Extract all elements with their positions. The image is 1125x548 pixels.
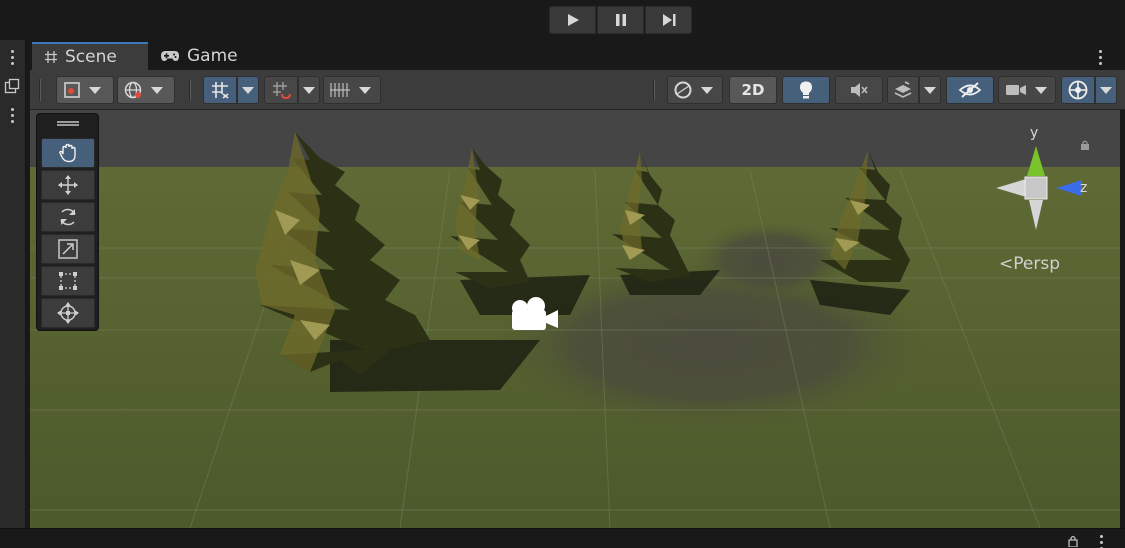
tools-overlay [36, 113, 99, 331]
mute-icon [851, 83, 868, 97]
globe-icon [124, 81, 142, 99]
kebab-icon [10, 107, 14, 123]
transform-tool-button[interactable] [41, 298, 95, 328]
scene-render [30, 110, 1120, 528]
play-button[interactable] [549, 6, 596, 34]
grid-snap-dropdown[interactable] [237, 76, 259, 104]
grid-snap-icon [212, 82, 229, 99]
shading-mode-dropdown[interactable] [667, 76, 723, 104]
overlay-icon [4, 78, 20, 94]
gizmo-z-label: z [1080, 180, 1088, 196]
chevron-down-icon [359, 86, 371, 94]
kebab-icon [10, 49, 14, 65]
lock-icon[interactable] [1080, 140, 1090, 150]
overlay-grip[interactable] [57, 121, 79, 126]
rotate-tool-button[interactable] [41, 202, 95, 232]
transform-icon [57, 302, 79, 324]
snap-icon [273, 82, 291, 100]
camera-settings-dropdown[interactable] [998, 76, 1056, 104]
chevron-down-icon [701, 86, 713, 94]
gamepad-icon [161, 51, 179, 61]
hash-icon [45, 51, 57, 63]
audio-toggle-button[interactable] [835, 76, 883, 104]
tab-game-label: Game [187, 46, 238, 66]
gizmo-y-label: y [1030, 125, 1039, 141]
bottom-menu-kebab-icon[interactable] [1099, 535, 1103, 548]
tab-scene-label: Scene [65, 47, 117, 67]
gizmos-icon [1068, 80, 1088, 100]
increment-snap-dropdown[interactable] [298, 76, 320, 104]
tab-game[interactable]: Game [160, 42, 250, 70]
left-strip-more-button[interactable] [0, 104, 24, 126]
sphere-icon [674, 81, 692, 99]
lightbulb-icon [800, 81, 812, 99]
layers-icon [894, 81, 912, 98]
scale-icon [58, 239, 78, 259]
lighting-toggle-button[interactable] [782, 76, 830, 104]
rect-tool-button[interactable] [41, 266, 95, 296]
toolbar-grip [39, 79, 41, 101]
projection-label: Persp [1013, 254, 1060, 274]
pause-button[interactable] [597, 6, 644, 34]
step-icon [662, 14, 675, 26]
draw-mode-icon [64, 82, 80, 98]
chevron-down-icon [151, 86, 163, 94]
gizmos-toggle-button[interactable] [1061, 76, 1095, 104]
tab-menu-kebab-icon[interactable] [1098, 50, 1102, 65]
draw-mode-dropdown[interactable] [56, 76, 114, 104]
overlay-menu-button[interactable] [0, 75, 24, 97]
move-icon [58, 175, 78, 195]
scale-tool-button[interactable] [41, 234, 95, 264]
rotate-icon [60, 208, 76, 226]
2d-toggle-label: 2D [741, 81, 765, 99]
chevron-down-icon [303, 86, 315, 94]
toolbar-separator [653, 79, 655, 101]
chevron-down-icon [89, 86, 101, 94]
toolbar-separator [189, 79, 191, 101]
chevron-down-icon [1035, 86, 1047, 94]
lock-icon[interactable] [1068, 535, 1078, 547]
chevron-down-icon [1100, 86, 1112, 94]
increment-snap-toggle[interactable] [264, 76, 298, 104]
play-bar [0, 0, 1125, 40]
chevron-down-icon [242, 86, 254, 94]
left-strip-menu-button[interactable] [0, 46, 24, 68]
unity-editor: Scene Game 2D y z <Persp [0, 0, 1125, 548]
bottom-bar [0, 528, 1125, 548]
left-dock-strip [0, 40, 26, 548]
tab-bar: Scene Game [30, 42, 1125, 70]
hand-icon [59, 143, 76, 163]
eye-slash-icon [958, 82, 982, 98]
grid-icon [330, 83, 350, 97]
video-camera-icon [1006, 85, 1026, 95]
2d-toggle-button[interactable]: 2D [729, 76, 777, 104]
gizmos-dropdown[interactable] [1095, 76, 1117, 104]
projection-toggle[interactable]: <Persp [999, 254, 1060, 274]
grid-snap-toggle[interactable] [203, 76, 237, 104]
effects-dropdown[interactable] [919, 76, 941, 104]
chevron-down-icon [924, 86, 936, 94]
sky [30, 110, 1120, 167]
scene-toolbar: 2D [30, 70, 1125, 110]
scene-viewport[interactable] [30, 110, 1120, 528]
play-controls [549, 6, 692, 34]
effects-toggle-button[interactable] [887, 76, 919, 104]
render-mode-dropdown[interactable] [117, 76, 175, 104]
rect-icon [59, 272, 77, 290]
play-icon [567, 14, 579, 26]
grid-visibility-dropdown[interactable] [323, 76, 381, 104]
hand-tool-button[interactable] [41, 138, 95, 168]
chevron-left-icon: < [999, 254, 1014, 274]
scene-visibility-toggle[interactable] [946, 76, 994, 104]
step-button[interactable] [645, 6, 692, 34]
pause-icon [615, 14, 626, 26]
move-tool-button[interactable] [41, 170, 95, 200]
tab-scene[interactable]: Scene [32, 42, 148, 70]
